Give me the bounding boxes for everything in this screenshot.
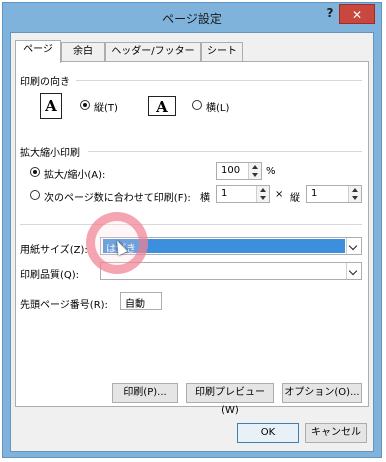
fit-tall-label: 縦	[290, 193, 300, 204]
tab-header-footer[interactable]: ヘッダー/フッター	[105, 42, 201, 62]
first-page-field[interactable]: 自動	[120, 292, 162, 310]
divider	[20, 224, 362, 225]
print-button[interactable]: 印刷(P)...	[112, 383, 178, 403]
spin-arrows-icon[interactable]	[256, 186, 269, 202]
cancel-button[interactable]: キャンセル	[305, 423, 367, 443]
zoom-spinner[interactable]: 100	[216, 162, 262, 180]
fit-tall-spinner[interactable]: 1	[306, 185, 362, 203]
landscape-label[interactable]: 横(L)	[206, 99, 229, 114]
page-setup-dialog: ページ設定 ? ✕ ページ 余白 ヘッダー/フッター シート 印刷の向き A 縦…	[2, 2, 382, 458]
zoom-label[interactable]: 拡大/縮小(A):	[44, 166, 105, 181]
print-quality-select[interactable]	[100, 262, 362, 280]
portrait-icon: A	[40, 93, 62, 119]
fit-tall-value: 1	[311, 188, 318, 199]
fit-label[interactable]: 次のページ数に合わせて印刷(F):	[44, 189, 191, 204]
tab-page[interactable]: ページ	[15, 40, 61, 63]
times-sign: ×	[275, 189, 284, 200]
divider	[88, 151, 362, 152]
spin-arrows-icon[interactable]	[348, 186, 361, 202]
dialog-body: ページ 余白 ヘッダー/フッター シート 印刷の向き A 縦(T) A 横(L)…	[10, 32, 374, 452]
print-preview-button[interactable]: 印刷プレビュー(W)	[186, 383, 274, 416]
scaling-heading: 拡大縮小印刷	[20, 148, 80, 159]
zoom-radio[interactable]	[30, 167, 40, 177]
options-button[interactable]: オプション(O)...	[282, 383, 362, 403]
divider	[76, 80, 362, 81]
zoom-unit: %	[266, 166, 276, 177]
first-page-label: 先頭ページ番号(R):	[20, 300, 108, 311]
ok-button[interactable]: OK	[237, 423, 299, 443]
portrait-radio[interactable]	[80, 100, 90, 110]
fit-wide-spinner[interactable]: 1	[216, 185, 270, 203]
chevron-down-icon[interactable]	[346, 263, 361, 279]
fit-wide-value: 1	[221, 188, 228, 199]
title-bar[interactable]: ページ設定 ? ✕	[3, 3, 381, 33]
help-button[interactable]: ?	[320, 6, 340, 24]
close-button[interactable]: ✕	[339, 4, 375, 24]
spin-arrows-icon[interactable]	[248, 163, 261, 179]
chevron-down-icon[interactable]	[346, 238, 361, 254]
paper-size-label: 用紙サイズ(Z):	[20, 245, 88, 256]
landscape-radio[interactable]	[192, 100, 202, 110]
tab-margins[interactable]: 余白	[61, 42, 105, 62]
fit-wide-label: 横	[200, 193, 210, 204]
landscape-icon: A	[148, 96, 176, 116]
zoom-value: 100	[221, 165, 241, 176]
portrait-label[interactable]: 縦(T)	[94, 99, 118, 114]
page-tab-panel: 印刷の向き A 縦(T) A 横(L) 拡大縮小印刷 拡大/縮小(A): 100…	[15, 61, 369, 416]
orientation-heading: 印刷の向き	[20, 77, 70, 88]
fit-radio[interactable]	[30, 190, 40, 200]
tab-sheet[interactable]: シート	[201, 42, 243, 62]
print-quality-label: 印刷品質(Q):	[20, 270, 80, 281]
